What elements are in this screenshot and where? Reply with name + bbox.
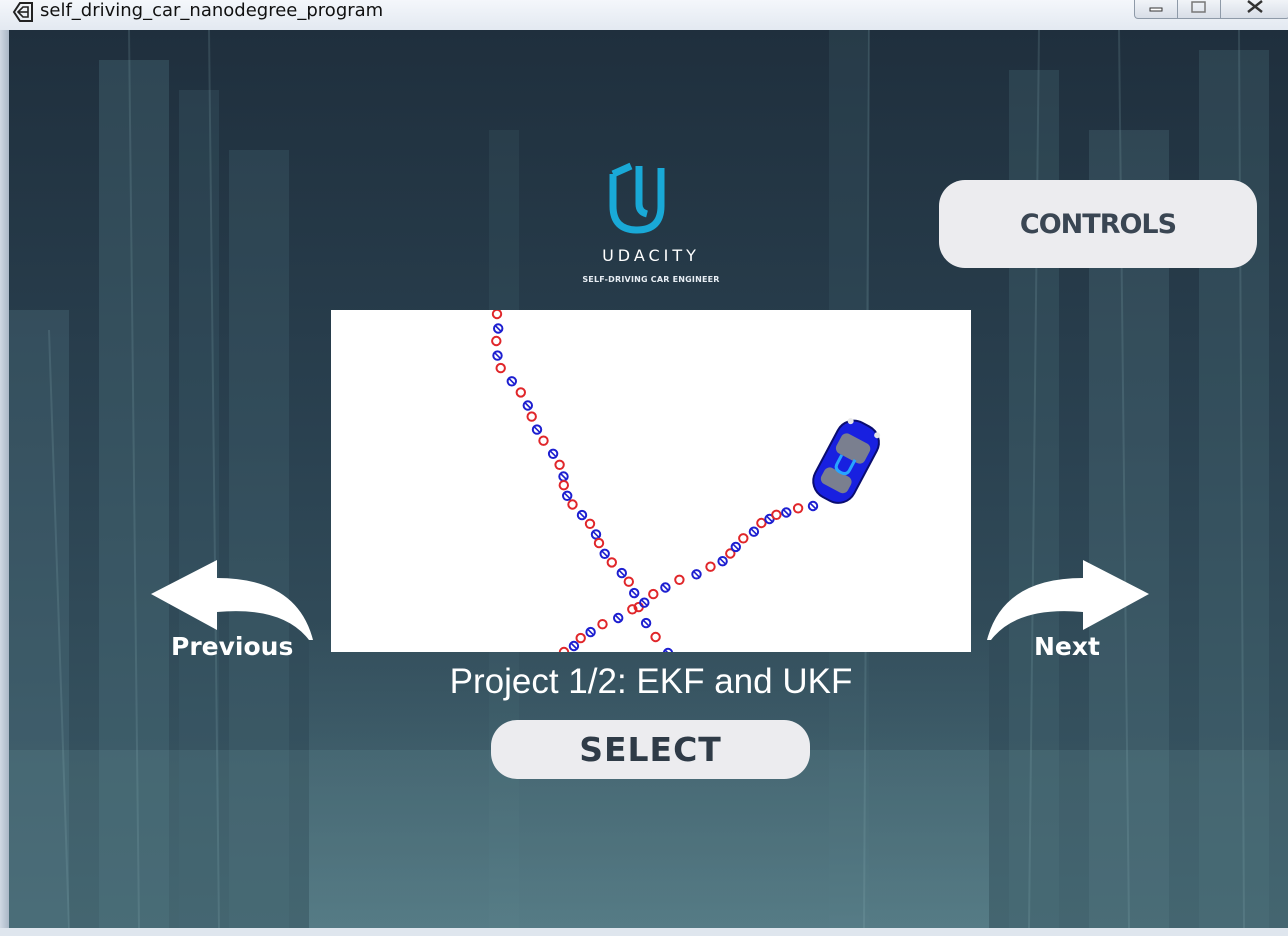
estimate-marker-tick bbox=[524, 402, 531, 409]
estimate-marker-tick bbox=[587, 629, 594, 636]
estimate-marker bbox=[662, 647, 674, 652]
measurement-marker bbox=[705, 561, 716, 572]
estimate-marker-tick bbox=[664, 649, 669, 652]
measurement-marker bbox=[623, 576, 634, 587]
estimate-marker-tick bbox=[643, 620, 650, 627]
measurement-marker bbox=[558, 646, 570, 652]
estimate-marker-tick bbox=[693, 571, 700, 578]
udacity-u-logo-icon bbox=[581, 162, 731, 292]
close-icon bbox=[1247, 0, 1263, 13]
estimate-marker-tick bbox=[601, 550, 608, 557]
controls-button[interactable]: CONTROLS bbox=[939, 180, 1257, 268]
measurement-marker bbox=[575, 632, 586, 644]
measurement-marker bbox=[606, 557, 617, 568]
window-title: self_driving_car_nanodegree_program bbox=[40, 0, 384, 21]
estimate-marker-tick bbox=[550, 450, 557, 457]
measurement-marker bbox=[650, 631, 661, 643]
close-button[interactable] bbox=[1220, 0, 1288, 19]
estimate-marker-tick bbox=[615, 614, 622, 622]
measurement-marker bbox=[554, 459, 565, 471]
select-button[interactable]: SELECT bbox=[491, 720, 810, 779]
measurement-marker bbox=[515, 387, 527, 398]
measurement-marker bbox=[648, 588, 659, 600]
measurement-marker bbox=[538, 435, 549, 446]
measurement-marker bbox=[558, 480, 570, 491]
estimate-marker-tick bbox=[750, 528, 757, 535]
project-title: Project 1/2: EKF and UKF bbox=[449, 662, 853, 701]
brand-tagline: SELF-DRIVING CAR ENGINEER bbox=[582, 275, 720, 284]
measurement-marker bbox=[584, 518, 596, 530]
measurement-marker bbox=[792, 503, 804, 514]
ekf-ukf-preview bbox=[491, 310, 881, 652]
measurement-marker bbox=[597, 619, 608, 630]
measurement-marker bbox=[593, 537, 605, 549]
measurement-marker bbox=[526, 411, 537, 422]
estimate-marker-tick bbox=[719, 558, 726, 565]
estimate-marker-tick bbox=[766, 515, 773, 523]
measurement-marker bbox=[491, 335, 502, 347]
estimate-marker-tick bbox=[564, 492, 571, 499]
title-bar[interactable]: self_driving_car_nanodegree_program bbox=[0, 0, 1288, 30]
app-window: self_driving_car_nanodegree_program UDAC… bbox=[0, 0, 1288, 936]
next-label[interactable]: Next bbox=[1034, 632, 1100, 661]
brand-name: UDACITY bbox=[602, 246, 700, 265]
game-viewport: UDACITY SELF-DRIVING CAR ENGINEER CONTRO… bbox=[9, 30, 1288, 928]
window-border-left bbox=[0, 30, 9, 928]
estimate-marker-tick bbox=[618, 570, 625, 577]
estimate-marker-tick bbox=[533, 426, 541, 433]
estimate-marker-tick bbox=[495, 325, 502, 332]
measurement-marker bbox=[738, 533, 749, 544]
estimate-marker-tick bbox=[494, 352, 501, 359]
project-preview-image bbox=[331, 310, 971, 652]
measurement-marker bbox=[674, 574, 685, 585]
car-icon bbox=[812, 418, 881, 504]
measurement-marker bbox=[491, 310, 503, 320]
window-border-bottom bbox=[0, 928, 1288, 936]
previous-label[interactable]: Previous bbox=[171, 632, 293, 661]
unity-icon bbox=[12, 1, 34, 22]
estimate-marker-tick bbox=[783, 509, 790, 516]
curved-arrow-left-icon[interactable] bbox=[147, 554, 317, 644]
minimize-button[interactable] bbox=[1134, 0, 1178, 19]
estimate-marker-tick bbox=[631, 590, 638, 597]
measurement-marker bbox=[567, 499, 578, 510]
estimate-marker-tick bbox=[809, 502, 817, 510]
estimate-marker-tick bbox=[508, 378, 515, 385]
measurement-marker bbox=[771, 509, 782, 521]
estimate-marker-tick bbox=[662, 584, 669, 591]
measurement-marker bbox=[756, 517, 767, 529]
measurement-marker bbox=[495, 362, 506, 374]
minimize-icon bbox=[1149, 7, 1163, 12]
maximize-button[interactable] bbox=[1177, 0, 1221, 19]
estimate-marker-tick bbox=[570, 642, 577, 650]
estimate-marker-tick bbox=[732, 543, 739, 550]
estimate-marker-tick bbox=[578, 512, 586, 519]
curved-arrow-right-icon[interactable] bbox=[983, 554, 1153, 644]
maximize-icon bbox=[1191, 1, 1206, 13]
estimate-marker-tick bbox=[560, 473, 567, 480]
estimate-marker-tick bbox=[592, 531, 600, 538]
